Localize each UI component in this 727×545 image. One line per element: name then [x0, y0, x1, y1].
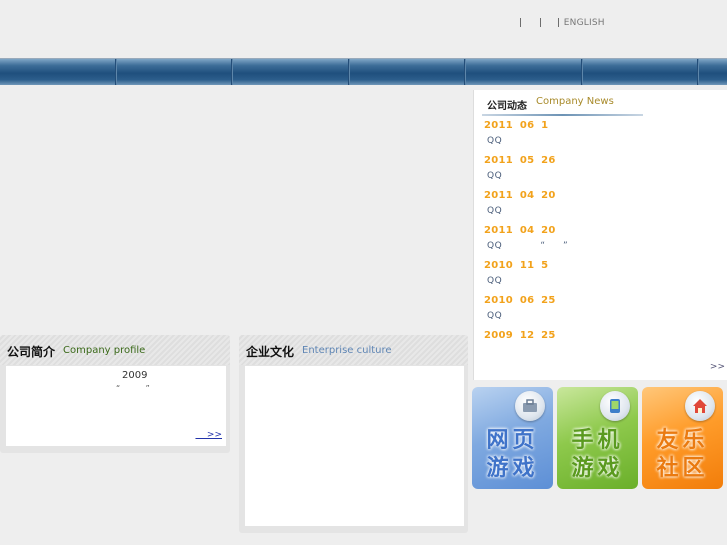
tile-label: 网页 游戏 — [486, 428, 539, 481]
news-date: 2009 12 25 — [484, 330, 556, 341]
nav-item-4[interactable] — [350, 59, 466, 85]
news-date: 2011 06 1 — [484, 120, 549, 131]
news-date: 2010 11 5 — [484, 260, 549, 271]
top-header: | | | ENGLISH — [0, 0, 727, 58]
house-icon — [685, 391, 715, 421]
nav-item-2[interactable] — [117, 59, 233, 85]
news-item[interactable]: 2009 12 25 — [484, 330, 714, 365]
news-list: 2011 06 1 QQ 2011 05 26 QQ 2011 04 20 QQ… — [484, 120, 714, 365]
news-date: 2011 04 20 — [484, 190, 556, 201]
news-item[interactable]: 2010 11 5 QQ — [484, 260, 714, 295]
news-date: 2011 05 26 — [484, 155, 556, 166]
profile-title-cn: 公司简介 — [7, 345, 56, 359]
news-divider — [482, 114, 643, 116]
news-title[interactable]: QQ — [487, 276, 502, 286]
top-link-separator: | — [538, 18, 542, 28]
nav-item-1[interactable] — [0, 59, 117, 85]
nav-item-6[interactable] — [583, 59, 699, 85]
profile-body: 2009 “ ” >> — [6, 366, 226, 446]
news-item[interactable]: 2011 04 20 QQ “ ” — [484, 225, 714, 260]
tile-label: 友乐 社区 — [656, 428, 709, 481]
news-item[interactable]: 2011 04 20 QQ — [484, 190, 714, 225]
profile-quote: “ ” — [116, 384, 150, 393]
english-link[interactable]: ENGLISH — [564, 18, 605, 28]
news-date: 2011 04 20 — [484, 225, 556, 236]
news-title-en: Company News — [536, 96, 614, 107]
company-news-panel: 公司动态 Company News 2011 06 1 QQ 2011 05 2… — [473, 90, 727, 380]
nav-item-7[interactable] — [699, 59, 727, 85]
tile-label: 手机 游戏 — [571, 428, 624, 481]
news-item[interactable]: 2011 05 26 QQ — [484, 155, 714, 190]
news-more-link[interactable]: >> — [710, 362, 725, 372]
enterprise-culture-panel: 企业文化 Enterprise culture — [239, 335, 468, 533]
main-nav — [0, 58, 727, 85]
top-link-separator: | — [519, 18, 523, 28]
community-tile[interactable]: 友乐 社区 — [642, 387, 723, 489]
profile-header: 公司简介 Company profile — [0, 335, 230, 365]
company-profile-panel: 公司简介 Company profile 2009 “ ” >> — [0, 335, 230, 453]
top-links: | | | ENGLISH — [519, 18, 605, 28]
news-title[interactable]: QQ — [487, 136, 502, 146]
news-item[interactable]: 2011 06 1 QQ — [484, 120, 714, 155]
news-title[interactable]: QQ — [487, 171, 502, 181]
briefcase-icon — [515, 391, 545, 421]
news-item[interactable]: 2010 06 25 QQ — [484, 295, 714, 330]
culture-title-en: Enterprise culture — [302, 345, 392, 356]
web-games-tile[interactable]: 网页 游戏 — [472, 387, 553, 489]
nav-item-5[interactable] — [466, 59, 583, 85]
culture-title-cn: 企业文化 — [246, 345, 295, 359]
profile-title-en: Company profile — [63, 345, 146, 356]
news-header: 公司动态 Company News — [474, 90, 727, 116]
news-title[interactable]: QQ — [487, 311, 502, 321]
news-title[interactable]: QQ — [487, 206, 502, 216]
profile-year: 2009 — [122, 370, 148, 381]
news-date: 2010 06 25 — [484, 295, 556, 306]
top-link-separator: | — [556, 18, 560, 28]
phone-icon — [600, 391, 630, 421]
profile-more-link[interactable]: >> — [195, 430, 222, 440]
nav-item-3[interactable] — [233, 59, 350, 85]
news-title[interactable]: QQ “ ” — [487, 241, 568, 251]
culture-body — [245, 366, 464, 526]
news-title-cn: 公司动态 — [487, 101, 527, 112]
culture-header: 企业文化 Enterprise culture — [239, 335, 468, 365]
mobile-games-tile[interactable]: 手机 游戏 — [557, 387, 638, 489]
